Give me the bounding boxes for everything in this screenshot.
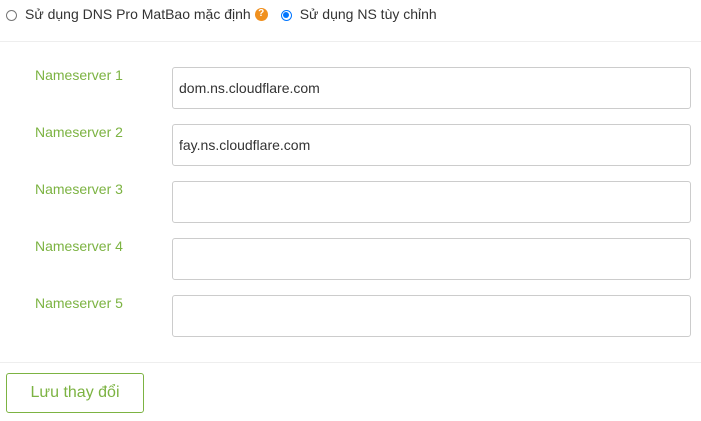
nameserver-3-input[interactable] xyxy=(172,181,691,223)
dns-default-label: Sử dụng DNS Pro MatBao mặc định xyxy=(25,6,251,22)
save-changes-button[interactable]: Lưu thay đổi xyxy=(6,373,144,413)
nameserver-1-input[interactable] xyxy=(172,67,691,109)
nameserver-row-5: Nameserver 5 xyxy=(0,295,701,337)
custom-ns-radio[interactable] xyxy=(280,9,292,21)
top-divider xyxy=(0,41,701,42)
nameserver-1-label: Nameserver 1 xyxy=(35,67,123,83)
bottom-divider xyxy=(0,362,701,363)
nameserver-4-label: Nameserver 4 xyxy=(35,238,123,254)
nameserver-row-4: Nameserver 4 xyxy=(0,238,701,280)
dns-default-option[interactable]: Sử dụng DNS Pro MatBao mặc định ? xyxy=(6,6,268,22)
custom-ns-option[interactable]: Sử dụng NS tùy chỉnh xyxy=(280,6,437,22)
nameserver-5-input[interactable] xyxy=(172,295,691,337)
nameserver-settings-panel: Sử dụng DNS Pro MatBao mặc định ? Sử dụn… xyxy=(0,0,701,421)
custom-ns-label: Sử dụng NS tùy chỉnh xyxy=(299,6,437,22)
nameserver-2-input[interactable] xyxy=(172,124,691,166)
nameserver-row-3: Nameserver 3 xyxy=(0,181,701,223)
nameserver-2-label: Nameserver 2 xyxy=(35,124,123,140)
nameserver-4-input[interactable] xyxy=(172,238,691,280)
dns-mode-radio-group: Sử dụng DNS Pro MatBao mặc định ? Sử dụn… xyxy=(6,4,437,24)
nameserver-5-label: Nameserver 5 xyxy=(35,295,123,311)
nameserver-3-label: Nameserver 3 xyxy=(35,181,123,197)
nameserver-row-1: Nameserver 1 xyxy=(0,67,701,109)
nameserver-row-2: Nameserver 2 xyxy=(0,124,701,166)
dns-default-radio[interactable] xyxy=(6,9,17,21)
question-circle-icon[interactable]: ? xyxy=(254,7,268,21)
